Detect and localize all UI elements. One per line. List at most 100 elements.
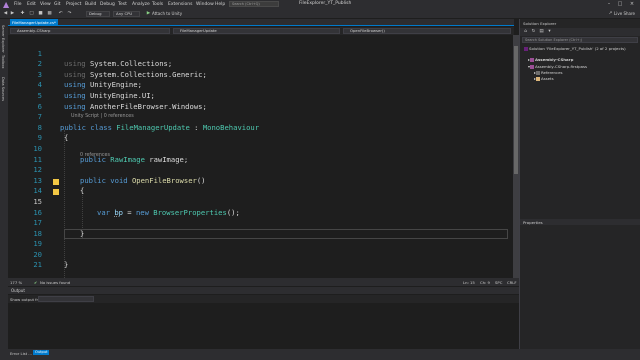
zoom-level[interactable]: 177 % [10,280,22,285]
folder-icon [535,76,540,81]
solution-configuration-dropdown[interactable]: Debug [86,10,110,17]
code-line[interactable]: 12 public void OpenFileBrowser() [8,155,513,185]
bottom-tab-bar [0,349,640,360]
save-all-icon[interactable]: ▩ [47,11,52,16]
menu-edit[interactable]: Edit [27,2,36,7]
tab-label: FileManagerUpdate.cs* [12,20,56,25]
code-line[interactable]: 7 public class FileManagerUpdate : MonoB… [8,102,513,132]
window-title: FileExplorer_YT_Publish [299,1,352,6]
code-line[interactable]: 5 using AnotherFileBrowser.Windows; [8,80,513,111]
output-title: Output [8,287,519,294]
line-number: 21 [33,260,42,270]
document-tab-bar [8,19,514,26]
member-dropdown[interactable]: OpenFileBrowser() [343,28,511,34]
code-line[interactable]: 11 0 references [8,144,513,164]
live-share-icon[interactable]: ↗ [608,11,613,16]
sync-icon[interactable]: ↻ [531,29,536,34]
tab-filemanagerupdate[interactable]: FileManagerUpdate.cs* ↑ × [10,19,58,32]
csharp-project-icon [529,64,534,69]
back-icon[interactable]: ◀ [3,11,8,16]
code-line[interactable]: 1 using System.Collections; [8,38,513,69]
data-sources-tab[interactable]: Data Sources [1,77,5,101]
code-line[interactable]: 14 var bp = new BrowserProperties(); [8,176,513,217]
references-icon [535,70,540,75]
save-icon[interactable]: ■ [38,11,43,16]
code-line[interactable]: 8 { [8,112,513,143]
new-item-icon[interactable]: ✚ [20,11,25,16]
menu-project[interactable]: Project [66,2,81,7]
minimize-icon[interactable]: – [605,1,613,7]
tree-item-solution[interactable]: Solution 'FileExplorer_YT_Publish' (2 of… [524,46,626,51]
properties-title: Properties [523,220,543,225]
menu-tools[interactable]: Tools [152,2,163,7]
editor-status-bar: 177 % ✔ No issues found Ln: 15 Ch: 9 SPC… [8,278,519,286]
solution-search-input[interactable]: Search Solution Explorer (Ctrl+;) [522,37,638,43]
code-line[interactable]: 13 { [8,165,513,196]
menu-view[interactable]: View [40,2,51,7]
forward-icon[interactable]: ▶ [10,11,15,16]
issues-status[interactable]: No issues found [40,280,70,285]
char-position: Ch: 9 [480,280,490,285]
tree-item-references[interactable]: ▸References [534,70,563,75]
navigation-bar: Assembly-CSharp FileManagerUpdate OpenFi… [8,27,514,35]
live-share-button[interactable]: Live Share [614,11,635,16]
check-icon: ✔ [34,280,38,285]
tab-error-list[interactable]: Error List ... [10,351,32,356]
tree-item-assets[interactable]: ▸Assets [534,76,554,81]
search-input[interactable]: Search (Ctrl+Q) [229,1,279,7]
close-icon[interactable]: × [628,1,636,7]
code-line[interactable]: 2 using System.Collections.Generic; [8,49,513,79]
project-dropdown[interactable]: Assembly-CSharp [10,28,170,34]
code-line-current[interactable]: 15 [8,186,513,239]
undo-icon[interactable]: ↶ [58,11,63,16]
right-tool-panel: Solution Explorer ⌂ ↻ ▤ ▾ Search Solutio… [519,19,640,349]
open-icon[interactable]: □ [29,11,34,16]
maximize-icon[interactable]: □ [616,1,624,7]
output-source-dropdown[interactable] [38,296,94,302]
home-icon[interactable]: ⌂ [523,29,528,34]
menu-extensions[interactable]: Extensions [168,2,192,7]
code-editor[interactable]: 1 using System.Collections; 2 using Syst… [8,35,513,280]
start-play-icon[interactable]: ▶ [146,11,151,16]
menu-window[interactable]: Window [196,2,214,7]
line-position: Ln: 15 [463,280,475,285]
code-line[interactable]: 4 using UnityEngine.UI; [8,70,513,100]
code-line[interactable]: 20 } [8,239,513,270]
menu-build[interactable]: Build [85,2,96,7]
line-ending: CRLF [507,280,517,285]
visual-studio-logo-icon[interactable]: ▲ [3,1,11,9]
code-line[interactable]: 3 using UnityEngine; [8,59,513,90]
code-line[interactable]: 9 [8,123,513,142]
solution-explorer-toolbar: ⌂ ↻ ▤ ▾ [520,28,640,36]
scrollbar-thumb[interactable] [514,46,518,174]
code-line[interactable]: 16 [8,197,513,217]
code-line[interactable]: 6 Unity Script | 0 references [8,91,513,120]
code-line[interactable]: 19 [8,229,513,248]
menu-file[interactable]: File [14,2,22,7]
toolbox-tab[interactable]: Toolbox [1,55,5,68]
filter-icon[interactable]: ▾ [547,29,552,34]
left-tool-strip: Server Explorer Toolbox Data Sources [0,19,8,349]
solution-platform-dropdown[interactable]: Any CPU [113,10,140,17]
code-line[interactable]: 18 [8,218,513,238]
code-lines: 1 using System.Collections; 2 using Syst… [8,38,513,270]
code-line[interactable]: 21 [8,250,513,269]
menu-debug[interactable]: Debug [100,2,115,7]
menu-git[interactable]: Git [54,2,61,7]
menu-analyze[interactable]: Analyze [132,2,150,7]
attach-to-unity-button[interactable]: Attach to Unity [152,11,182,16]
tree-item-assembly-csharp-firstpass[interactable]: ▾Assembly-CSharp-firstpass [528,64,587,69]
code-line[interactable]: 17 } [8,208,513,238]
tree-item-assembly-csharp[interactable]: ▸Assembly-CSharp [528,57,573,62]
solution-explorer-title: Solution Explorer [523,21,557,26]
redo-icon[interactable]: ↷ [67,11,72,16]
change-marker [53,189,59,196]
menu-help[interactable]: Help [215,2,225,7]
class-dropdown[interactable]: FileManagerUpdate [173,28,340,34]
code-line[interactable]: 10 public RawImage rawImage; [8,133,513,164]
tab-output[interactable]: Output [33,350,50,355]
collapse-all-icon[interactable]: ▤ [539,29,544,34]
menu-test[interactable]: Test [118,2,127,7]
solution-icon [524,46,528,51]
server-explorer-tab[interactable]: Server Explorer [1,25,5,53]
